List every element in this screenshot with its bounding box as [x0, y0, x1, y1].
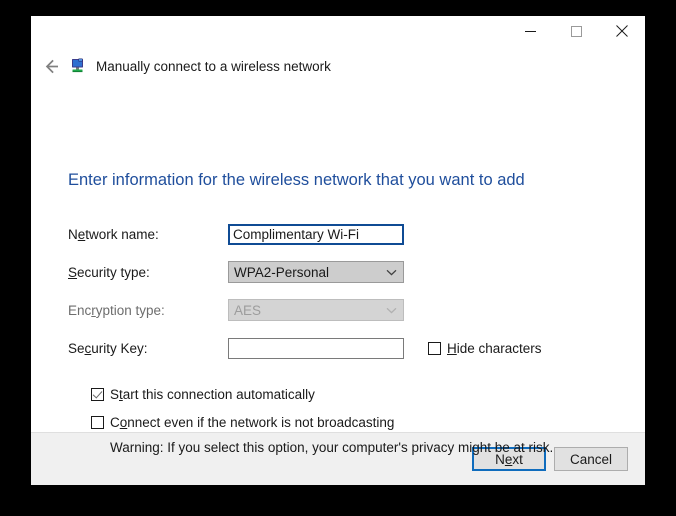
label-security-type: Security type: — [68, 265, 228, 280]
checkbox-box — [428, 342, 441, 355]
field-row-security-type: Security type: WPA2-Personal — [68, 253, 608, 291]
wizard-content: Enter information for the wireless netwo… — [31, 84, 645, 432]
field-row-network-name: Network name: — [68, 215, 608, 253]
encryption-type-value: AES — [234, 303, 261, 318]
start-connection-automatically-label: Start this connection automatically — [110, 387, 315, 402]
chevron-down-icon — [386, 307, 397, 314]
network-form: Network name: Security type: WPA2-Person… — [68, 215, 608, 367]
wireless-network-computer-icon — [70, 57, 88, 75]
cancel-button[interactable]: Cancel — [554, 447, 628, 471]
close-icon — [616, 25, 628, 37]
network-name-input[interactable] — [228, 224, 404, 245]
security-type-dropdown[interactable]: WPA2-Personal — [228, 261, 404, 283]
hide-characters-checkbox[interactable]: Hide characters — [428, 341, 542, 356]
connect-even-if-not-broadcasting-label: Connect even if the network is not broad… — [110, 415, 394, 430]
label-network-name: Network name: — [68, 227, 228, 242]
nav-title: Manually connect to a wireless network — [96, 59, 331, 74]
checkbox-box — [91, 388, 104, 401]
connect-even-if-not-broadcasting-checkbox[interactable]: Connect even if the network is not broad… — [91, 411, 553, 434]
minimize-icon — [525, 26, 536, 37]
title-bar — [31, 16, 645, 48]
connection-options: Start this connection automatically Conn… — [91, 383, 553, 455]
label-security-key: Security Key: — [68, 341, 228, 356]
security-type-value: WPA2-Personal — [234, 265, 329, 280]
maximize-button[interactable] — [553, 16, 599, 46]
minimize-button[interactable] — [507, 16, 553, 46]
hide-characters-label: Hide characters — [447, 341, 542, 356]
maximize-icon — [571, 26, 582, 37]
back-button[interactable] — [39, 53, 65, 79]
chevron-down-icon — [386, 269, 397, 276]
privacy-warning-text: Warning: If you select this option, your… — [110, 440, 553, 455]
checkbox-box — [91, 416, 104, 429]
back-arrow-icon — [43, 57, 62, 76]
field-row-security-key: Security Key: Hide characters — [68, 329, 608, 367]
start-connection-automatically-checkbox[interactable]: Start this connection automatically — [91, 383, 553, 406]
label-encryption-type: Encryption type: — [68, 303, 228, 318]
field-row-encryption-type: Encryption type: AES — [68, 291, 608, 329]
navigation-bar: Manually connect to a wireless network — [31, 48, 645, 84]
page-heading: Enter information for the wireless netwo… — [68, 171, 525, 190]
wizard-window: Manually connect to a wireless network E… — [31, 16, 645, 485]
security-key-input[interactable] — [228, 338, 404, 359]
encryption-type-dropdown: AES — [228, 299, 404, 321]
close-button[interactable] — [599, 16, 645, 46]
